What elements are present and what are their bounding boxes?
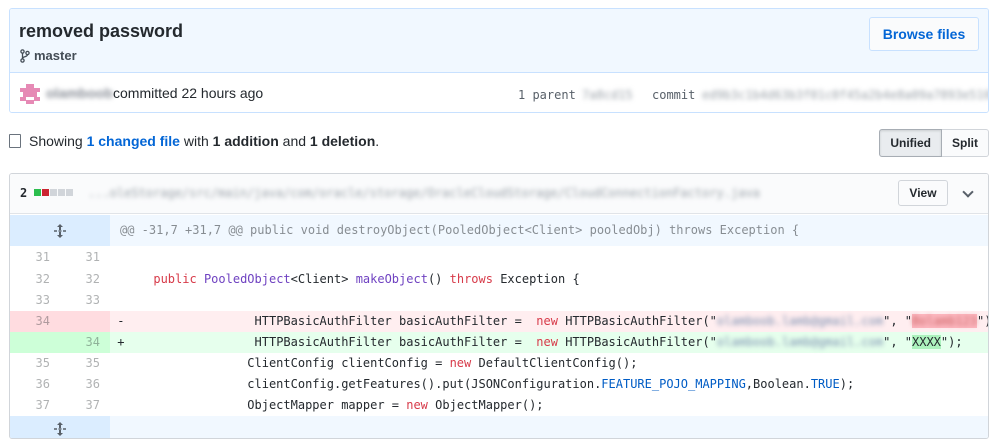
file-diff-icon xyxy=(9,134,21,148)
commit-meta: olamboob committed 22 hours ago 1 parent… xyxy=(10,74,989,112)
replaced-password: XXXX xyxy=(912,335,941,349)
diff-line: 31 31 xyxy=(10,246,988,269)
diff-view-toggle: Unified Split xyxy=(879,129,989,157)
line-code: - HTTPBasicAuthFilter basicAuthFilter = … xyxy=(117,314,988,328)
diffstat-block-neutral xyxy=(58,189,65,196)
old-line-number[interactable]: 37 xyxy=(10,395,60,416)
summary-and: and xyxy=(282,133,307,149)
diff-line: 36 36 clientConfig.getFeatures().put(JSO… xyxy=(10,374,988,395)
diff-line: 33 33 xyxy=(10,290,988,311)
additions-count: 1 addition xyxy=(212,133,279,149)
unfold-icon[interactable] xyxy=(10,215,110,246)
old-line-number[interactable] xyxy=(10,332,60,353)
summary-period: . xyxy=(375,133,380,149)
branch-icon xyxy=(20,48,30,63)
avatar[interactable] xyxy=(20,84,40,104)
redacted-email: olamboob.lamb@gmail.com xyxy=(716,335,884,349)
new-line-number[interactable]: 32 xyxy=(60,269,110,290)
deleted-line: 34 - HTTPBasicAuthFilter basicAuthFilter… xyxy=(10,311,988,332)
diff-line: 35 35 ClientConfig clientConfig = new De… xyxy=(10,353,988,374)
diffstat-block-add xyxy=(34,189,41,196)
new-line-number[interactable]: 36 xyxy=(60,374,110,395)
commit-header: removed password master Browse files ola… xyxy=(9,8,989,113)
summary-with: with xyxy=(183,133,209,149)
unfold-icon[interactable] xyxy=(10,416,110,438)
new-line-number[interactable]: 33 xyxy=(60,290,110,311)
author-name[interactable]: olamboob xyxy=(46,85,113,101)
hunk-header: @@ -31,7 +31,7 @@ public void destroyObj… xyxy=(10,215,988,246)
line-code: ClientConfig clientConfig = new DefaultC… xyxy=(247,356,638,370)
branch-name[interactable]: master xyxy=(34,48,77,63)
line-code: ObjectMapper mapper = new ObjectMapper()… xyxy=(247,398,544,412)
added-line: 34 + HTTPBasicAuthFilter basicAuthFilter… xyxy=(10,332,988,353)
old-line-number[interactable]: 32 xyxy=(10,269,60,290)
browse-files-button[interactable]: Browse files xyxy=(869,17,979,51)
old-line-number[interactable]: 33 xyxy=(10,290,60,311)
summary-showing: Showing xyxy=(29,133,83,149)
line-code: clientConfig.getFeatures().put(JSONConfi… xyxy=(247,377,855,391)
commit-label: commit xyxy=(652,88,696,102)
chevron-down-icon[interactable] xyxy=(962,186,974,198)
diffstat-block-neutral xyxy=(50,189,57,196)
commit-time: committed 22 hours ago xyxy=(113,85,264,101)
old-line-number[interactable]: 31 xyxy=(10,246,60,269)
diffstat-block-neutral xyxy=(66,189,73,196)
diff-summary: Showing 1 changed file with 1 addition a… xyxy=(9,133,379,149)
commit-sha: ed9b3c1b4d63b3f01c0f45a2b4e8a09a7893e510… xyxy=(702,88,989,102)
diff-line: 32 32 public PooledObject<Client> makeOb… xyxy=(10,269,988,290)
redacted-email: olamboob.lamb@gmail.com xyxy=(716,314,884,328)
parent-sha-link[interactable]: 7a8cd15 xyxy=(582,88,633,102)
commit-title: removed password xyxy=(19,21,184,41)
changed-files-link[interactable]: 1 changed file xyxy=(87,133,180,149)
new-line-number[interactable]: 34 xyxy=(60,332,110,353)
old-line-number[interactable]: 36 xyxy=(10,374,60,395)
redacted-password: Bolamb123 xyxy=(912,314,978,328)
diffstat-block-del xyxy=(42,189,49,196)
new-line-number[interactable]: 37 xyxy=(60,395,110,416)
split-button[interactable]: Split xyxy=(942,129,989,157)
new-line-number[interactable] xyxy=(60,311,110,332)
diff-sign: - xyxy=(117,314,125,328)
line-code: + HTTPBasicAuthFilter basicAuthFilter = … xyxy=(117,335,963,349)
diff-sign: + xyxy=(117,335,125,349)
old-line-number[interactable]: 34 xyxy=(10,311,60,332)
diffstat-count: 2 xyxy=(20,186,28,200)
view-file-button[interactable]: View xyxy=(898,180,948,206)
line-code xyxy=(110,290,988,311)
unified-button[interactable]: Unified xyxy=(879,129,942,157)
new-line-number[interactable]: 31 xyxy=(60,246,110,269)
line-code: public PooledObject<Client> makeObject()… xyxy=(153,272,580,286)
branch-indicator: master xyxy=(20,48,77,63)
file-header: 2 ...oleStorage/src/main/java/com/oracle… xyxy=(10,174,988,214)
hunk-header-text: @@ -31,7 +31,7 @@ public void destroyObj… xyxy=(120,223,800,237)
diff-table: @@ -31,7 +31,7 @@ public void destroyObj… xyxy=(10,215,988,438)
line-code xyxy=(110,246,988,269)
commit-title-area: removed password master Browse files xyxy=(10,9,988,73)
file-path[interactable]: ...oleStorage/src/main/java/com/oracle/s… xyxy=(88,186,760,200)
diffstat-bar xyxy=(34,189,73,196)
deletions-count: 1 deletion xyxy=(309,133,376,149)
old-line-number[interactable]: 35 xyxy=(10,353,60,374)
file-diff: 2 ...oleStorage/src/main/java/com/oracle… xyxy=(9,173,989,439)
diff-line: 37 37 ObjectMapper mapper = new ObjectMa… xyxy=(10,395,988,416)
new-line-number[interactable]: 35 xyxy=(60,353,110,374)
parent-label: 1 parent xyxy=(518,88,576,102)
hunk-footer xyxy=(10,416,988,438)
